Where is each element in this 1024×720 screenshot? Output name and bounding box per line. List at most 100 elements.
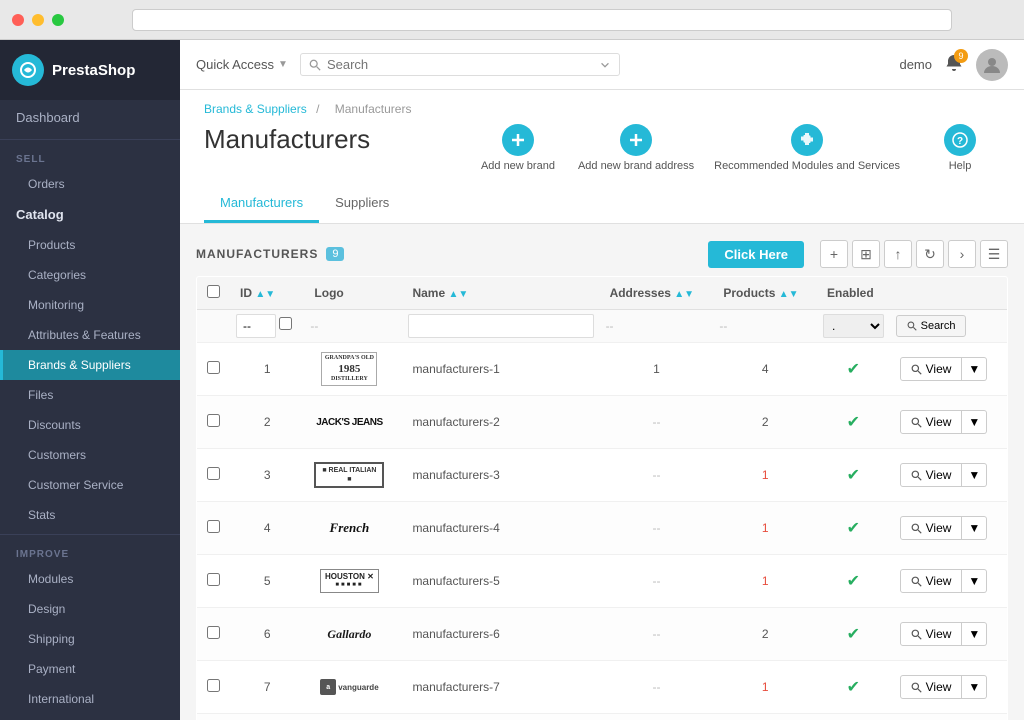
- th-addresses[interactable]: Addresses ▲▼: [600, 277, 714, 310]
- row-checkbox[interactable]: [207, 414, 220, 427]
- row-checkbox[interactable]: [207, 573, 220, 586]
- row-logo: ■ REAL ITALIAN ■: [304, 449, 402, 502]
- select-all-checkbox[interactable]: [207, 285, 220, 298]
- view-button-group: View ▼: [900, 516, 988, 540]
- sidebar-item-customers[interactable]: Customers: [0, 440, 180, 470]
- image-button[interactable]: ⊞: [852, 240, 880, 268]
- page-title: Manufacturers: [204, 124, 370, 155]
- th-products[interactable]: Products ▲▼: [713, 277, 817, 310]
- filter-name-input[interactable]: [408, 314, 593, 338]
- next-button[interactable]: ›: [948, 240, 976, 268]
- sidebar-item-payment[interactable]: Payment: [0, 654, 180, 684]
- view-button[interactable]: View: [900, 463, 963, 487]
- view-button-group: View ▼: [900, 675, 988, 699]
- view-button[interactable]: View: [900, 569, 963, 593]
- view-dropdown-button[interactable]: ▼: [962, 675, 987, 699]
- sidebar-item-discounts[interactable]: Discounts: [0, 410, 180, 440]
- sidebar-item-dashboard[interactable]: Dashboard: [0, 100, 180, 135]
- row-checkbox[interactable]: [207, 626, 220, 639]
- search-bar[interactable]: [300, 53, 620, 76]
- row-checkbox[interactable]: [207, 361, 220, 374]
- sidebar-item-international[interactable]: International: [0, 684, 180, 714]
- mac-maximize[interactable]: [52, 14, 64, 26]
- search-icon: [309, 59, 321, 71]
- sidebar-item-catalog[interactable]: Catalog: [0, 199, 180, 230]
- page-header: Brands & Suppliers / Manufacturers Manuf…: [180, 90, 1024, 224]
- add-brand-button[interactable]: Add new brand: [478, 124, 558, 173]
- table-row: 2 JACK'S JEANS manufacturers-2 -- 2 ✔ Vi…: [197, 396, 1008, 449]
- quick-access-label: Quick Access: [196, 57, 274, 72]
- view-dropdown-button[interactable]: ▼: [962, 622, 987, 646]
- table-row: 1 GRANDPA'S OLD1985DISTILLERY manufactur…: [197, 343, 1008, 396]
- sidebar-item-monitoring[interactable]: Monitoring: [0, 290, 180, 320]
- enabled-checkmark: ✔: [847, 679, 860, 696]
- export-button[interactable]: ↑: [884, 240, 912, 268]
- view-button[interactable]: View: [900, 675, 963, 699]
- row-products: 1: [713, 502, 817, 555]
- add-row-button[interactable]: +: [820, 240, 848, 268]
- row-addresses: --: [600, 714, 714, 720]
- row-checkbox[interactable]: [207, 679, 220, 692]
- view-search-icon: [911, 682, 922, 693]
- help-button[interactable]: ? Help: [920, 124, 1000, 173]
- view-button[interactable]: View: [900, 357, 963, 381]
- view-dropdown-button[interactable]: ▼: [962, 569, 987, 593]
- add-brand-address-icon: [620, 124, 652, 156]
- view-dropdown-button[interactable]: ▼: [962, 516, 987, 540]
- filter-enabled-cell: . Yes No: [817, 310, 890, 343]
- sidebar-item-attributes[interactable]: Attributes & Features: [0, 320, 180, 350]
- row-name: manufacturers-7: [402, 661, 599, 714]
- filter-id-checkbox[interactable]: [279, 317, 292, 330]
- address-bar[interactable]: [132, 9, 952, 31]
- th-name[interactable]: Name ▲▼: [402, 277, 599, 310]
- sidebar-item-categories[interactable]: Categories: [0, 260, 180, 290]
- tab-suppliers[interactable]: Suppliers: [319, 185, 405, 223]
- row-actions: View ▼: [890, 449, 1008, 502]
- sidebar-item-files[interactable]: Files: [0, 380, 180, 410]
- mac-minimize[interactable]: [32, 14, 44, 26]
- view-button[interactable]: View: [900, 410, 963, 434]
- row-checkbox[interactable]: [207, 467, 220, 480]
- table-toolbar: MANUFACTURERS 9 Click Here + ⊞ ↑ ↻ › ☰: [196, 240, 1008, 268]
- view-dropdown-button[interactable]: ▼: [962, 410, 987, 434]
- mac-close[interactable]: [12, 14, 24, 26]
- view-dropdown-button[interactable]: ▼: [962, 357, 987, 381]
- menu-button[interactable]: ☰: [980, 240, 1008, 268]
- sidebar-item-leo-blog[interactable]: Leo Blog Management: [0, 714, 180, 720]
- refresh-button[interactable]: ↻: [916, 240, 944, 268]
- search-dropdown-icon[interactable]: [599, 59, 611, 71]
- sidebar-item-customer-service[interactable]: Customer Service: [0, 470, 180, 500]
- sidebar-item-shipping[interactable]: Shipping: [0, 624, 180, 654]
- quick-access-button[interactable]: Quick Access ▼: [196, 57, 288, 72]
- row-enabled: ✔: [817, 608, 890, 661]
- row-id: 3: [230, 449, 304, 502]
- sidebar-item-orders[interactable]: Orders: [0, 169, 180, 199]
- view-button[interactable]: View: [900, 622, 963, 646]
- row-checkbox[interactable]: [207, 520, 220, 533]
- sidebar-item-modules[interactable]: Modules: [0, 564, 180, 594]
- sidebar-item-design[interactable]: Design: [0, 594, 180, 624]
- sidebar-item-stats[interactable]: Stats: [0, 500, 180, 530]
- breadcrumb: Brands & Suppliers / Manufacturers: [204, 102, 1000, 116]
- user-avatar[interactable]: [976, 49, 1008, 81]
- tab-manufacturers[interactable]: Manufacturers: [204, 185, 319, 223]
- th-id[interactable]: ID ▲▼: [230, 277, 304, 310]
- breadcrumb-brands[interactable]: Brands & Suppliers: [204, 102, 307, 116]
- filter-search-button[interactable]: Search: [896, 315, 967, 337]
- recommended-modules-button[interactable]: Recommended Modules and Services: [714, 124, 900, 173]
- view-dropdown-button[interactable]: ▼: [962, 463, 987, 487]
- click-here-button[interactable]: Click Here: [708, 241, 804, 268]
- filter-name-cell: [402, 310, 599, 343]
- filter-search-cell: Search: [890, 310, 1008, 343]
- view-button[interactable]: View: [900, 516, 963, 540]
- search-input[interactable]: [327, 57, 593, 72]
- table-row: 4 French manufacturers-4 -- 1 ✔ View ▼: [197, 502, 1008, 555]
- view-search-icon: [911, 470, 922, 481]
- sidebar-item-products[interactable]: Products: [0, 230, 180, 260]
- filter-enabled-select[interactable]: . Yes No: [823, 314, 884, 338]
- filter-id-input[interactable]: [236, 314, 276, 338]
- sidebar-item-brands-suppliers[interactable]: Brands & Suppliers: [0, 350, 180, 380]
- add-brand-address-button[interactable]: Add new brand address: [578, 124, 694, 173]
- notification-bell[interactable]: 9: [944, 53, 964, 76]
- view-button-group: View ▼: [900, 569, 988, 593]
